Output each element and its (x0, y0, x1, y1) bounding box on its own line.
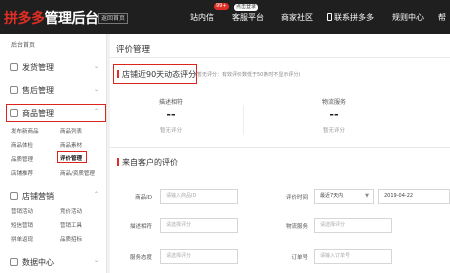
section-marker (117, 158, 119, 166)
date-input[interactable]: 2019-04-22 (378, 189, 450, 204)
sidebar-section-label: 数据中心 (22, 258, 54, 267)
logistics-label: 物流服务 (285, 224, 308, 230)
goods-id-label: 商品ID (135, 195, 152, 201)
message-count-badge: 99+ (214, 3, 229, 10)
nav-customer-service[interactable]: 客服平台 (232, 12, 264, 23)
divider (243, 105, 244, 135)
nav-merchant-community[interactable]: 商家社区 (281, 12, 313, 23)
sidebar-item-review-management[interactable]: 评价管理 (60, 154, 82, 162)
eval-time-value: 最近7天内 (320, 193, 344, 199)
service-label: 服务态度 (129, 255, 152, 261)
sidebar-section-marketing[interactable]: 店铺营销 (10, 191, 54, 202)
logo[interactable]: 拼多多管理后台 (4, 8, 99, 28)
truck-icon (10, 63, 18, 71)
rating-section-label: 店铺近90天动态评分 (122, 70, 197, 79)
order-no-label: 订单号 (291, 255, 308, 261)
metric-label-description: 描述相符 (158, 99, 183, 106)
sidebar-section-label: 发货管理 (22, 63, 54, 72)
goods-id-input[interactable]: 请输入商品ID (160, 189, 238, 204)
after-sales-icon (10, 86, 18, 94)
eval-time-select[interactable]: 最近7天内 ▼ (314, 189, 374, 204)
sidebar-item-cashback[interactable]: 拼单返现 (11, 235, 33, 243)
service-select[interactable]: 请选择评分 (160, 249, 238, 264)
sidebar-item-goods-qualification[interactable]: 商品/资质管理 (60, 169, 95, 177)
marketing-icon (10, 192, 18, 200)
sidebar-item-bidding-activity[interactable]: 竞价活动 (60, 207, 82, 215)
nav-rules-center[interactable]: 规则中心 (392, 12, 424, 23)
chevron-up-icon[interactable]: ⌃ (94, 191, 99, 198)
phone-icon (327, 13, 332, 21)
sidebar-section-label: 商品管理 (22, 109, 54, 118)
divider (110, 147, 450, 148)
sidebar-item-quality[interactable]: 品质管理 (11, 155, 33, 163)
chevron-down-icon[interactable]: ⌄ (94, 257, 99, 264)
chevron-up-icon[interactable]: ⌃ (94, 108, 99, 115)
nav-station-messages[interactable]: 站内信 (190, 12, 214, 23)
sidebar-item-sms-marketing[interactable]: 短信营销 (11, 221, 33, 229)
nav-contact-label: 联系拼多多 (334, 13, 374, 22)
login-tip[interactable]: 点击登录 (234, 4, 259, 11)
sidebar-item-goods-material[interactable]: 商品素材 (60, 141, 82, 149)
sidebar-item-publish-goods[interactable]: 发布新商品 (11, 127, 39, 135)
chevron-down-icon[interactable]: ⌄ (94, 63, 99, 70)
sidebar-section-label: 售后管理 (22, 86, 54, 95)
sidebar-item-shop-recommend[interactable]: 店铺推荐 (11, 169, 33, 177)
reviews-section-label: 来自客户的评价 (122, 158, 178, 167)
sidebar-section-after-sales[interactable]: 售后管理 (10, 85, 54, 96)
sidebar-item-quality-bidding[interactable]: 品质招标 (60, 235, 82, 243)
page-title: 评价管理 (116, 45, 151, 55)
breadcrumb[interactable]: 后台首页 (11, 40, 35, 49)
sidebar-section-shipping[interactable]: 发货管理 (10, 62, 54, 73)
sidebar-section-goods[interactable]: 商品管理 (10, 108, 54, 119)
metric-value-description: -- (166, 108, 176, 121)
order-no-input[interactable]: 请输入订单号 (314, 249, 392, 264)
logistics-select[interactable]: 请选择评分 (314, 218, 392, 233)
sidebar-item-marketing-tools[interactable]: 营销工具 (60, 221, 82, 229)
eval-time-label: 评价时间 (285, 195, 308, 201)
desc-match-label: 描述相符 (129, 224, 152, 230)
logo-brand: 拼多多 (4, 11, 45, 27)
sidebar-item-marketing-activity[interactable]: 营销活动 (11, 207, 33, 215)
rating-note: (暂无评分：有效评价数低于50条时不显示评分) (195, 72, 301, 78)
metric-sub-description: 暂无评分 (159, 128, 182, 134)
back-home-button[interactable]: 返回首页 (98, 13, 129, 24)
nav-contact-pdd[interactable]: 联系拼多多 (327, 12, 374, 23)
metric-label-logistics: 物流服务 (321, 99, 346, 106)
sidebar-section-data-center[interactable]: 数据中心 (10, 257, 54, 268)
goods-icon (10, 109, 18, 117)
metric-sub-logistics: 暂无评分 (322, 128, 345, 134)
top-navigation-bar: 拼多多管理后台 返回首页 站内信 99+ 点击登录 客服平台 商家社区 联系拼多… (0, 0, 450, 34)
logo-title: 管理后台 (44, 11, 100, 27)
sidebar-item-goods-list[interactable]: 商品列表 (60, 127, 82, 135)
metric-value-logistics: -- (329, 108, 339, 121)
chevron-down-icon: ▼ (365, 193, 369, 199)
sidebar-section-label: 店铺营销 (22, 192, 54, 201)
data-icon (10, 258, 18, 266)
section-marker (117, 70, 119, 78)
sidebar-item-goods-check[interactable]: 商品体检 (11, 141, 33, 149)
nav-help[interactable]: 帮 (438, 12, 446, 23)
desc-match-select[interactable]: 请选择评分 (160, 218, 238, 233)
divider (110, 57, 450, 58)
reviews-section-title: 来自客户的评价 (117, 157, 178, 168)
rating-section-title: 店铺近90天动态评分 (117, 69, 196, 80)
chevron-down-icon[interactable]: ⌄ (94, 86, 99, 93)
